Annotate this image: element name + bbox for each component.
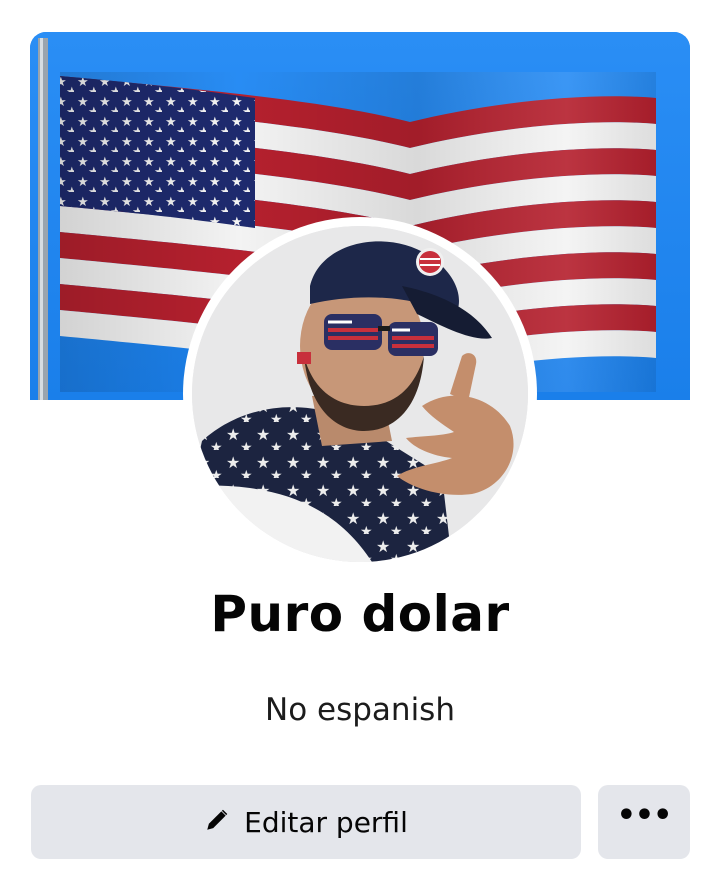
profile-page: ★ ★ xyxy=(0,0,720,881)
more-options-button[interactable]: ••• xyxy=(598,785,690,859)
profile-photo: ★ ★ xyxy=(192,226,528,562)
more-icon: ••• xyxy=(616,798,673,833)
avatar[interactable]: ★ ★ xyxy=(192,226,528,562)
profile-name: Puro dolar xyxy=(210,585,510,643)
profile-bio: No espanish xyxy=(265,692,455,728)
edit-profile-button[interactable]: Editar perfil xyxy=(31,785,581,859)
edit-profile-label: Editar perfil xyxy=(244,805,408,839)
pencil-icon xyxy=(204,807,230,838)
